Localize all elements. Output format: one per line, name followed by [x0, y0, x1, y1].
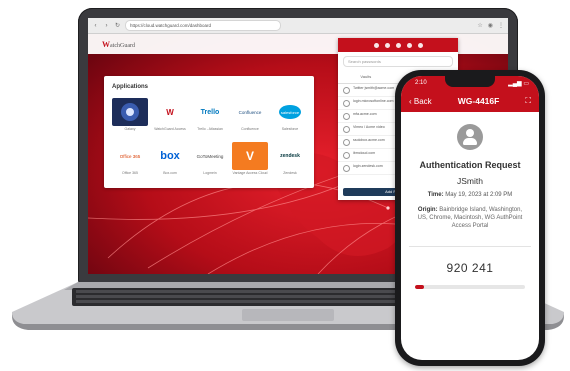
- app-tile-label: Galaxy: [124, 127, 136, 131]
- applications-panel: Applications Galaxy W WatchGuard Access Tre…: [104, 76, 314, 188]
- forward-nav-icon[interactable]: ›: [103, 23, 110, 29]
- gear-icon[interactable]: [395, 42, 401, 48]
- watchguard-logo[interactable]: WatchGuard: [102, 40, 135, 49]
- app-tile-label: Confluence: [241, 127, 259, 131]
- auth-request-body: Authentication Request JSmith Time: May …: [401, 112, 539, 289]
- app-tile[interactable]: W WatchGuard Access: [152, 98, 188, 134]
- reload-icon[interactable]: ↻: [114, 22, 121, 29]
- star-icon[interactable]: ☆: [477, 22, 482, 29]
- auth-origin: Origin: Bainbridge Island, Washington, U…: [413, 206, 527, 230]
- logo-text: atchGuard: [110, 43, 135, 49]
- phone-notch: [445, 76, 495, 87]
- signal-battery-icon: ▂▄▆ ▭: [508, 80, 529, 87]
- app-tile[interactable]: box Box.com: [152, 142, 188, 178]
- password-entry-label: login.zendesk.com: [353, 164, 383, 168]
- password-entry-label: Vimeo / Acme video: [353, 125, 385, 129]
- password-entry-label: Twitter jsmith@acme.com: [353, 86, 395, 90]
- app-tile-brand: Office 365: [119, 153, 141, 159]
- password-search-input[interactable]: Search passwords: [343, 56, 453, 67]
- user-avatar-icon: [457, 124, 483, 150]
- time-label: Time:: [427, 192, 444, 198]
- back-button[interactable]: ‹ Back: [409, 97, 432, 106]
- origin-label: Origin:: [417, 207, 438, 213]
- home-icon[interactable]: [373, 42, 379, 48]
- auth-time: Time: May 19, 2023 at 2:09 PM: [401, 192, 539, 198]
- app-tile[interactable]: Galaxy: [112, 98, 148, 134]
- app-tile-brand: GoToMeeting: [196, 153, 224, 159]
- site-icon: [343, 100, 350, 107]
- gotomeeting-icon: GoToMeeting: [192, 142, 228, 170]
- app-tile-label: Box.com: [163, 171, 177, 175]
- user-icon[interactable]: [384, 42, 390, 48]
- app-tile-brand: Confluence: [238, 109, 262, 115]
- divider: [409, 246, 531, 247]
- trello-icon: Trello: [192, 98, 228, 126]
- site-icon: [343, 113, 350, 120]
- back-nav-icon[interactable]: ‹: [92, 23, 99, 29]
- otp-timer-fill: [415, 285, 424, 289]
- app-tile-label: Trello - Atlassian: [197, 127, 223, 131]
- qr-scan-icon[interactable]: ⛶: [525, 96, 531, 106]
- extension-icon[interactable]: ◉: [488, 22, 493, 29]
- menu-icon[interactable]: ⋮: [498, 22, 504, 29]
- browser-toolbar: ‹ › ↻ https://cloud.watchguard.com/dashb…: [88, 18, 508, 34]
- password-entry-label: mfa.acme.com: [353, 112, 377, 116]
- authpoint-panel-toolbar: [338, 38, 458, 52]
- smartphone: 2:10 ▂▄▆ ▭ ‹ Back WG-4416F ⛶ Authenticat…: [395, 70, 545, 366]
- app-tile-brand: V: [245, 149, 254, 163]
- app-tile[interactable]: salesforce Salesforce: [272, 98, 308, 134]
- v-icon: V: [232, 142, 268, 170]
- address-bar[interactable]: https://cloud.watchguard.com/dashboard: [125, 20, 281, 31]
- tab-vaults[interactable]: Vaults: [360, 74, 371, 80]
- app-tile-label: WatchGuard Access: [154, 127, 186, 131]
- galaxy-icon: [112, 98, 148, 126]
- back-label: Back: [413, 96, 432, 106]
- password-entry-label: ssolobox.acme.com: [353, 138, 385, 142]
- app-tile-brand: box: [160, 150, 180, 162]
- time-value: May 19, 2023 at 2:09 PM: [445, 192, 513, 198]
- app-tile-label: Office 365: [122, 171, 138, 175]
- lock-icon[interactable]: [406, 42, 412, 48]
- applications-title: Applications: [112, 84, 149, 90]
- app-tile-label: Zendesk: [283, 171, 297, 175]
- app-tile-brand: Trello: [200, 108, 220, 116]
- confluence-icon: Confluence: [232, 98, 268, 126]
- site-icon: [343, 139, 350, 146]
- app-tile[interactable]: GoToMeeting Logmein: [192, 142, 228, 178]
- office365-icon: Office 365: [112, 142, 148, 170]
- app-tile-brand: W: [166, 107, 174, 117]
- logo-mark: W: [102, 40, 110, 49]
- svg-text:salesforce: salesforce: [281, 110, 300, 115]
- password-entry-label: login.microsoftonline.com: [353, 99, 394, 103]
- app-tile[interactable]: Trello Trello - Atlassian: [192, 98, 228, 134]
- auth-request-title: Authentication Request: [419, 160, 521, 170]
- salesforce-icon: salesforce: [272, 98, 308, 126]
- zendesk-icon: zendesk: [272, 142, 308, 170]
- device-title: WG-4416F: [457, 96, 500, 106]
- one-time-password: 920 241: [446, 261, 494, 275]
- auth-user-name: JSmith: [457, 176, 483, 186]
- site-icon: [343, 152, 350, 159]
- app-tile-label: Salesforce: [281, 127, 299, 131]
- box-icon: box: [152, 142, 188, 170]
- close-icon[interactable]: [417, 42, 423, 48]
- phone-screen: 2:10 ▂▄▆ ▭ ‹ Back WG-4416F ⛶ Authenticat…: [401, 76, 539, 360]
- site-icon: [343, 165, 350, 172]
- site-icon: [343, 126, 350, 133]
- app-tile[interactable]: V Vantage Access Cloud: [232, 142, 268, 178]
- app-tile[interactable]: Office 365 Office 365: [112, 142, 148, 178]
- app-tile-brand: zendesk: [280, 153, 300, 159]
- status-time: 2:10: [415, 80, 427, 86]
- app-tile-label: Logmein: [203, 171, 217, 175]
- app-tile-label: Vantage Access Cloud: [232, 171, 268, 175]
- phone-header: ‹ Back WG-4416F ⛶: [401, 90, 539, 112]
- watchguard-icon: W: [152, 98, 188, 126]
- otp-timer-bar: [415, 285, 525, 289]
- password-entry-label: ibmcloud.com: [353, 151, 376, 155]
- app-tile[interactable]: Confluence Confluence: [232, 98, 268, 134]
- site-icon: [343, 87, 350, 94]
- app-tile[interactable]: zendesk Zendesk: [272, 142, 308, 178]
